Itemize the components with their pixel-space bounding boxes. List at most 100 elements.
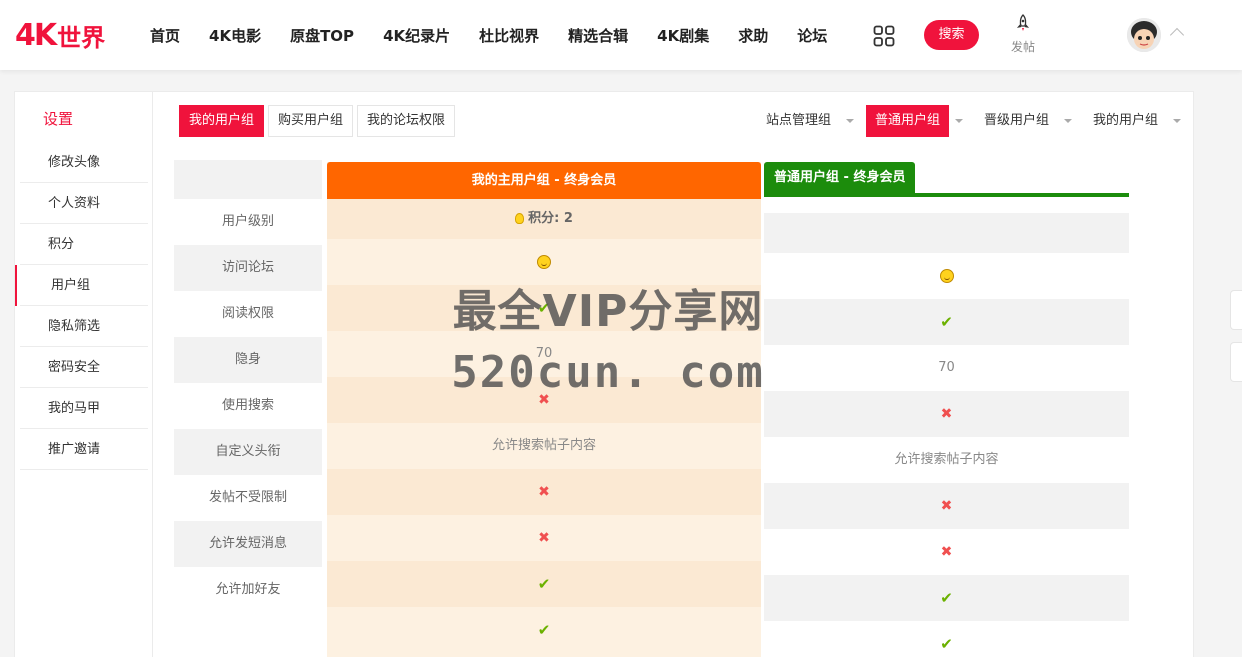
nav-4k-series[interactable]: 4K剧集 [657, 25, 709, 46]
logo-cn-text: 世界 [57, 23, 106, 52]
compare-cell: 允许搜索帖子内容 [894, 452, 999, 467]
nav-forum[interactable]: 论坛 [797, 25, 827, 46]
main-cell: 允许搜索帖子内容 [491, 438, 596, 453]
sidebar-item-privacy[interactable]: 隐私筛选 [20, 306, 148, 347]
main-usergroup-column: 我的主用户组 - 终身会员 积分: 2 ✔ 70 ✖ 允许搜索帖子内容 ✖ ✖ ✔ ✔ [327, 162, 761, 657]
permission-labels: 用户级别 访问论坛 阅读权限 隐身 使用搜索 自定义头衔 发帖不受限制 允许发短… [174, 199, 322, 613]
check-icon: ✔ [940, 635, 953, 653]
group-promotion[interactable]: 晋级用户组 [975, 105, 1058, 137]
main-cell: ✖ [327, 469, 761, 515]
compare-cell: 70 [938, 360, 955, 375]
check-icon: ✔ [537, 299, 551, 317]
chevron-down-icon[interactable] [1173, 119, 1181, 123]
cross-icon: ✖ [538, 392, 550, 408]
settings-sidebar: 设置 修改头像 个人资料 积分 用户组 隐私筛选 密码安全 我的马甲 推广邀请 [15, 92, 153, 657]
nav-4k-documentary[interactable]: 4K纪录片 [383, 25, 450, 46]
compare-column-header: 普通用户组 - 终身会员 [764, 162, 916, 193]
top-header: 4K 世界 首页 4K电影 原盘TOP 4K纪录片 杜比视界 精选合辑 4K剧集… [0, 0, 1242, 70]
row-label: 自定义头衔 [174, 429, 322, 475]
tab-forum-permissions[interactable]: 我的论坛权限 [357, 105, 456, 137]
sidebar-item-password[interactable]: 密码安全 [20, 347, 148, 388]
logo-4k-text: 4K [15, 17, 57, 53]
group-selector: 站点管理组 普通用户组 晋级用户组 我的用户组 [757, 105, 1193, 137]
chevron-down-icon[interactable] [845, 119, 854, 123]
row-label: 访问论坛 [174, 245, 322, 291]
cross-icon: ✖ [538, 484, 550, 500]
tab-my-usergroup[interactable]: 我的用户组 [179, 105, 265, 137]
chevron-down-icon[interactable] [1063, 119, 1072, 123]
sidebar-item-avatar[interactable]: 修改头像 [20, 142, 148, 183]
compare-blank-row [764, 213, 1129, 253]
nav-home[interactable]: 首页 [150, 25, 180, 46]
row-label: 隐身 [174, 337, 322, 383]
sidebar-item-alias[interactable]: 我的马甲 [20, 388, 148, 429]
main-cell: ✔ [327, 285, 761, 331]
group-mine[interactable]: 我的用户组 [1084, 105, 1167, 137]
row-label: 使用搜索 [221, 398, 274, 413]
labels-header-spacer [174, 160, 322, 199]
post-label: 发帖 [1010, 40, 1035, 54]
rocket-icon [1016, 14, 1030, 31]
main-cell: ✖ [327, 377, 761, 423]
row-label: 允许发短消息 [174, 521, 322, 567]
main-column-cells: ✔ 70 ✖ 允许搜索帖子内容 ✖ ✖ ✔ ✔ [327, 239, 761, 653]
main-cell [327, 239, 761, 285]
row-label: 发帖不受限制 [208, 490, 287, 505]
chevron-up-icon[interactable] [1169, 27, 1185, 43]
site-logo[interactable]: 4K 世界 [15, 17, 106, 53]
usergroup-tabs: 我的用户组 购买用户组 我的论坛权限 [179, 105, 459, 137]
compare-usergroup-column: 普通用户组 - 终身会员 ✔ 70 ✖ 允许搜索帖子内容 ✖ ✖ ✔ ✔ [764, 162, 1129, 657]
lightbulb-icon [515, 213, 525, 224]
main-cell: ✖ [327, 515, 761, 561]
side-float-button[interactable] [1230, 342, 1242, 382]
score-label: 积分: 2 [528, 211, 573, 226]
main-cell: ✔ [327, 607, 761, 653]
sidebar-title: 设置 [43, 110, 74, 128]
smiley-icon [537, 254, 551, 269]
cross-icon: ✖ [940, 406, 953, 422]
compare-column-cells: ✔ 70 ✖ 允许搜索帖子内容 ✖ ✖ ✔ ✔ [764, 253, 1129, 657]
chevron-down-icon[interactable] [954, 119, 963, 123]
nav-collections[interactable]: 精选合辑 [568, 25, 628, 46]
post-button[interactable]: 发帖 [1005, 14, 1041, 58]
check-icon: ✔ [537, 575, 551, 593]
nav-dolby-vision[interactable]: 杜比视界 [479, 25, 539, 46]
search-button[interactable]: 搜索 [924, 20, 979, 50]
apps-grid-icon[interactable] [873, 25, 895, 47]
score-row: 积分: 2 [327, 199, 761, 239]
nav-remux-top[interactable]: 原盘TOP [290, 25, 354, 46]
sidebar-item-profile[interactable]: 个人资料 [20, 183, 148, 224]
sidebar-list: 修改头像 个人资料 积分 用户组 隐私筛选 密码安全 我的马甲 推广邀请 [15, 142, 148, 470]
compare-cell: ✖ [764, 391, 1129, 437]
nav-help[interactable]: 求助 [738, 25, 768, 46]
main-cell: ✔ [327, 561, 761, 607]
settings-panel: 设置 修改头像 个人资料 积分 用户组 隐私筛选 密码安全 我的马甲 推广邀请 … [14, 91, 1194, 657]
compare-cell: ✖ [764, 483, 1129, 529]
row-label: 阅读权限 [221, 306, 274, 321]
cross-icon: ✖ [940, 498, 953, 514]
side-float-button[interactable] [1230, 290, 1242, 330]
check-icon: ✔ [537, 621, 551, 639]
cross-icon: ✖ [940, 544, 953, 560]
main-nav: 首页 4K电影 原盘TOP 4K纪录片 杜比视界 精选合辑 4K剧集 求助 论坛 [150, 0, 856, 70]
row-label: 允许加好友 [215, 582, 281, 597]
compare-cell: ✖ [764, 529, 1129, 575]
sidebar-item-usergroup[interactable]: 用户组 [15, 265, 148, 306]
nav-4k-movies[interactable]: 4K电影 [209, 25, 261, 46]
user-avatar[interactable] [1127, 18, 1161, 52]
sidebar-item-credits[interactable]: 积分 [20, 224, 148, 265]
group-admin[interactable]: 站点管理组 [757, 105, 840, 137]
compare-cell [764, 253, 1129, 299]
check-icon: ✔ [940, 589, 953, 607]
main-cell: 70 [535, 346, 553, 361]
sidebar-item-invite[interactable]: 推广邀请 [20, 429, 148, 470]
smiley-icon [939, 268, 954, 283]
compare-cell: ✔ [764, 621, 1129, 657]
row-label: 用户级别 [221, 214, 274, 229]
compare-cell: ✔ [764, 299, 1129, 345]
tab-buy-usergroup[interactable]: 购买用户组 [268, 105, 354, 137]
compare-header-bar: 普通用户组 - 终身会员 [764, 162, 1129, 197]
group-normal[interactable]: 普通用户组 [865, 105, 949, 137]
compare-cell: ✔ [764, 575, 1129, 621]
main-column-header: 我的主用户组 - 终身会员 [327, 162, 761, 199]
